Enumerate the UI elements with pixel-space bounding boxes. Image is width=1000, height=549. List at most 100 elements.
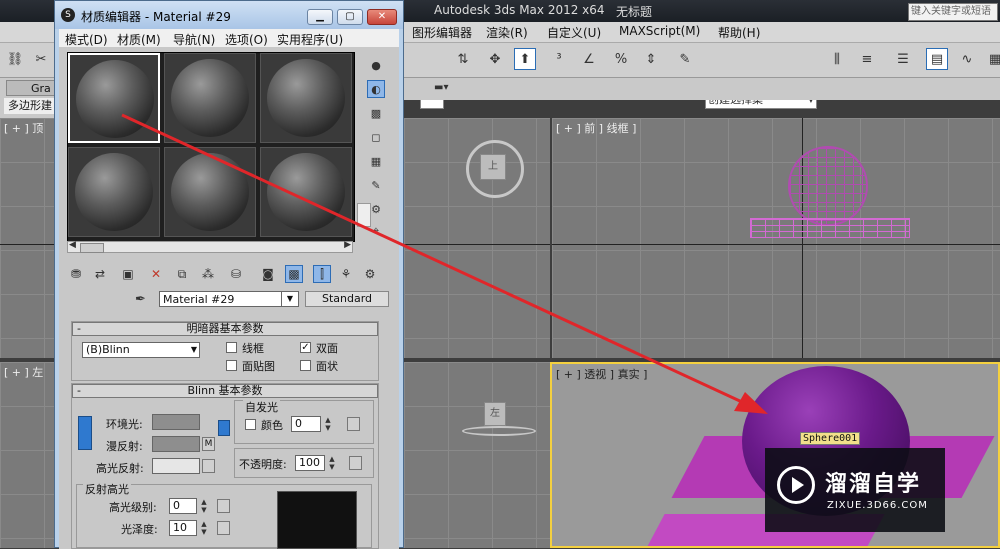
shader-type-dropdown[interactable]: (B)Blinn ▼ bbox=[82, 342, 200, 358]
diffuse-map-button[interactable]: M bbox=[202, 437, 215, 451]
select-region-icon[interactable]: ⬆ bbox=[514, 48, 536, 70]
show-map-in-viewport-icon[interactable]: ▩ bbox=[285, 265, 303, 283]
self-illum-value-field[interactable]: 0 bbox=[291, 416, 321, 432]
specular-level-map-button[interactable] bbox=[217, 499, 230, 513]
angle-snap-icon[interactable]: ∠ bbox=[578, 48, 600, 70]
spinner-arrows-icon[interactable]: ▲ ▼ bbox=[323, 416, 333, 432]
viewport-left-right-part[interactable]: 左 bbox=[404, 362, 550, 548]
move-icon[interactable]: ✥ bbox=[484, 48, 506, 70]
menu-customize[interactable]: 自定义(U) bbox=[547, 24, 601, 41]
minimize-button[interactable]: ▁ bbox=[307, 9, 333, 25]
spinner-snap-icon[interactable]: ⇕ bbox=[640, 48, 662, 70]
specular-map-button[interactable] bbox=[202, 459, 215, 473]
viewport-perspective-label[interactable]: [ + ] 透视 ] 真实 ] bbox=[556, 366, 647, 382]
material-name-field[interactable]: Material #29 bbox=[159, 291, 299, 307]
viewport-top[interactable]: [ + ] 顶 bbox=[0, 118, 54, 358]
face-map-checkbox[interactable] bbox=[226, 360, 237, 371]
faceted-checkbox[interactable] bbox=[300, 360, 311, 371]
put-to-library-icon[interactable]: ⛁ bbox=[227, 265, 245, 283]
menu-maxscript[interactable]: MAXScript(M) bbox=[619, 24, 700, 38]
backlight-icon[interactable]: ◐ bbox=[367, 80, 385, 98]
viewport-left-label[interactable]: [ + ] 左 bbox=[4, 364, 43, 380]
shader-rollout-header[interactable]: - 明暗器基本参数 bbox=[72, 322, 378, 336]
viewport-top-right-part[interactable]: 上 bbox=[404, 118, 550, 358]
spinner-arrows-icon[interactable]: ▲ ▼ bbox=[199, 498, 209, 514]
viewport-front-label[interactable]: [ + ] 前 ] 线框 ] bbox=[556, 120, 636, 136]
viewcube-left[interactable]: 左 bbox=[484, 402, 506, 426]
ribbon-polygon-modeling[interactable]: 多边形建 bbox=[4, 98, 60, 114]
viewport-left[interactable]: [ + ] 左 bbox=[0, 362, 54, 548]
menu-navigation[interactable]: 导航(N) bbox=[173, 31, 215, 48]
edit-named-selection-icon[interactable]: ✎ bbox=[674, 48, 696, 70]
sample-slot-4[interactable] bbox=[68, 147, 160, 237]
lock-ambient-diffuse-icon[interactable] bbox=[78, 416, 92, 450]
glossiness-field[interactable]: 10 bbox=[169, 520, 197, 536]
reset-map-icon[interactable]: ✕ bbox=[147, 265, 165, 283]
get-material-icon[interactable]: ⛃ bbox=[67, 265, 85, 283]
diffuse-color-swatch[interactable] bbox=[152, 436, 200, 452]
material-type-button[interactable]: Standard bbox=[305, 291, 389, 307]
mirror-icon[interactable]: ⇅ bbox=[452, 48, 474, 70]
close-button[interactable]: ✕ bbox=[367, 9, 397, 25]
spinner-arrows-icon[interactable]: ▲ ▼ bbox=[327, 455, 337, 471]
percent-snap-icon[interactable]: % bbox=[610, 48, 632, 70]
viewport-top-label[interactable]: [ + ] 顶 bbox=[4, 120, 43, 136]
maximize-button[interactable]: ▢ bbox=[337, 9, 363, 25]
material-id-channel-icon[interactable]: ◙ bbox=[259, 265, 277, 283]
show-end-result-icon[interactable]: ⫿ bbox=[313, 265, 331, 283]
plane-wireframe[interactable] bbox=[750, 218, 910, 238]
unlink-icon[interactable]: ✂ bbox=[30, 48, 52, 70]
curve-editor-icon[interactable]: ∿ bbox=[956, 48, 978, 70]
sample-type-icon[interactable]: ● bbox=[367, 56, 385, 74]
make-copy-icon[interactable]: ⧉ bbox=[173, 265, 191, 283]
eyedropper-icon[interactable]: ✒ bbox=[135, 292, 146, 307]
sample-slot-5[interactable] bbox=[164, 147, 256, 237]
video-color-check-icon[interactable]: ▦ bbox=[367, 152, 385, 170]
keyword-search-input[interactable]: 键入关键字或短语 bbox=[908, 3, 998, 21]
vertical-scroll-thumb[interactable] bbox=[357, 203, 371, 227]
self-illum-color-checkbox[interactable] bbox=[245, 419, 256, 430]
make-preview-icon[interactable]: ✎ bbox=[367, 176, 385, 194]
sphere-wireframe[interactable] bbox=[788, 146, 868, 226]
menu-rendering[interactable]: 渲染(R) bbox=[486, 24, 528, 41]
make-unique-icon[interactable]: ⁂ bbox=[199, 265, 217, 283]
go-to-parent-icon[interactable]: ⚘ bbox=[337, 265, 355, 283]
snaps-toggle-icon[interactable]: ³ bbox=[548, 48, 570, 70]
put-to-scene-icon[interactable]: ⇄ bbox=[91, 265, 109, 283]
sample-slot-3[interactable] bbox=[260, 53, 352, 143]
go-forward-sibling-icon[interactable]: ⚙ bbox=[361, 265, 379, 283]
background-icon[interactable]: ▩ bbox=[367, 104, 385, 122]
menu-help[interactable]: 帮助(H) bbox=[718, 24, 760, 41]
schematic-view-icon[interactable]: ▦ bbox=[984, 48, 1000, 70]
layer-manager-icon[interactable]: ☰ bbox=[892, 48, 914, 70]
align-icon[interactable]: ≡ bbox=[856, 48, 878, 70]
menu-graph-editors[interactable]: 图形编辑器 bbox=[412, 24, 472, 41]
material-editor-titlebar[interactable]: S 材质编辑器 - Material #29 ▁ ▢ ✕ bbox=[55, 1, 403, 29]
viewport-layout-icon[interactable]: ▬▾ bbox=[434, 82, 448, 93]
ribbon-tab-graphite[interactable]: Gra bbox=[6, 80, 58, 96]
menu-modes[interactable]: 模式(D) bbox=[65, 31, 108, 48]
lock-diffuse-specular-icon[interactable] bbox=[218, 420, 230, 436]
menu-utilities[interactable]: 实用程序(U) bbox=[277, 31, 343, 48]
opacity-value-field[interactable]: 100 bbox=[295, 455, 325, 471]
sample-slots-scrollbar[interactable]: ◀ ▶ bbox=[67, 240, 353, 253]
ambient-color-swatch[interactable] bbox=[152, 414, 200, 430]
scene-explorer-icon[interactable]: ▤ bbox=[926, 48, 948, 70]
material-name-dropdown-arrow[interactable]: ▼ bbox=[281, 291, 299, 307]
menu-options[interactable]: 选项(O) bbox=[225, 31, 268, 48]
self-illum-map-button[interactable] bbox=[347, 417, 360, 431]
menu-material[interactable]: 材质(M) bbox=[117, 31, 161, 48]
sample-uv-tiling-icon[interactable]: ◻ bbox=[367, 128, 385, 146]
viewcube-top[interactable]: 上 bbox=[480, 154, 506, 180]
scroll-left-icon[interactable]: ◀ bbox=[69, 240, 76, 250]
wire-checkbox[interactable] bbox=[226, 342, 237, 353]
viewport-front[interactable]: [ + ] 前 ] 线框 ] bbox=[552, 118, 1000, 358]
sample-slot-2[interactable] bbox=[164, 53, 256, 143]
mirror-tool-icon[interactable]: ⫼ bbox=[826, 48, 848, 70]
specular-level-field[interactable]: 0 bbox=[169, 498, 197, 514]
viewcube-ring[interactable] bbox=[462, 426, 536, 436]
blinn-rollout-header[interactable]: - Blinn 基本参数 bbox=[72, 384, 378, 398]
assign-material-icon[interactable]: ▣ bbox=[119, 265, 137, 283]
opacity-map-button[interactable] bbox=[349, 456, 362, 470]
specular-color-swatch[interactable] bbox=[152, 458, 200, 474]
